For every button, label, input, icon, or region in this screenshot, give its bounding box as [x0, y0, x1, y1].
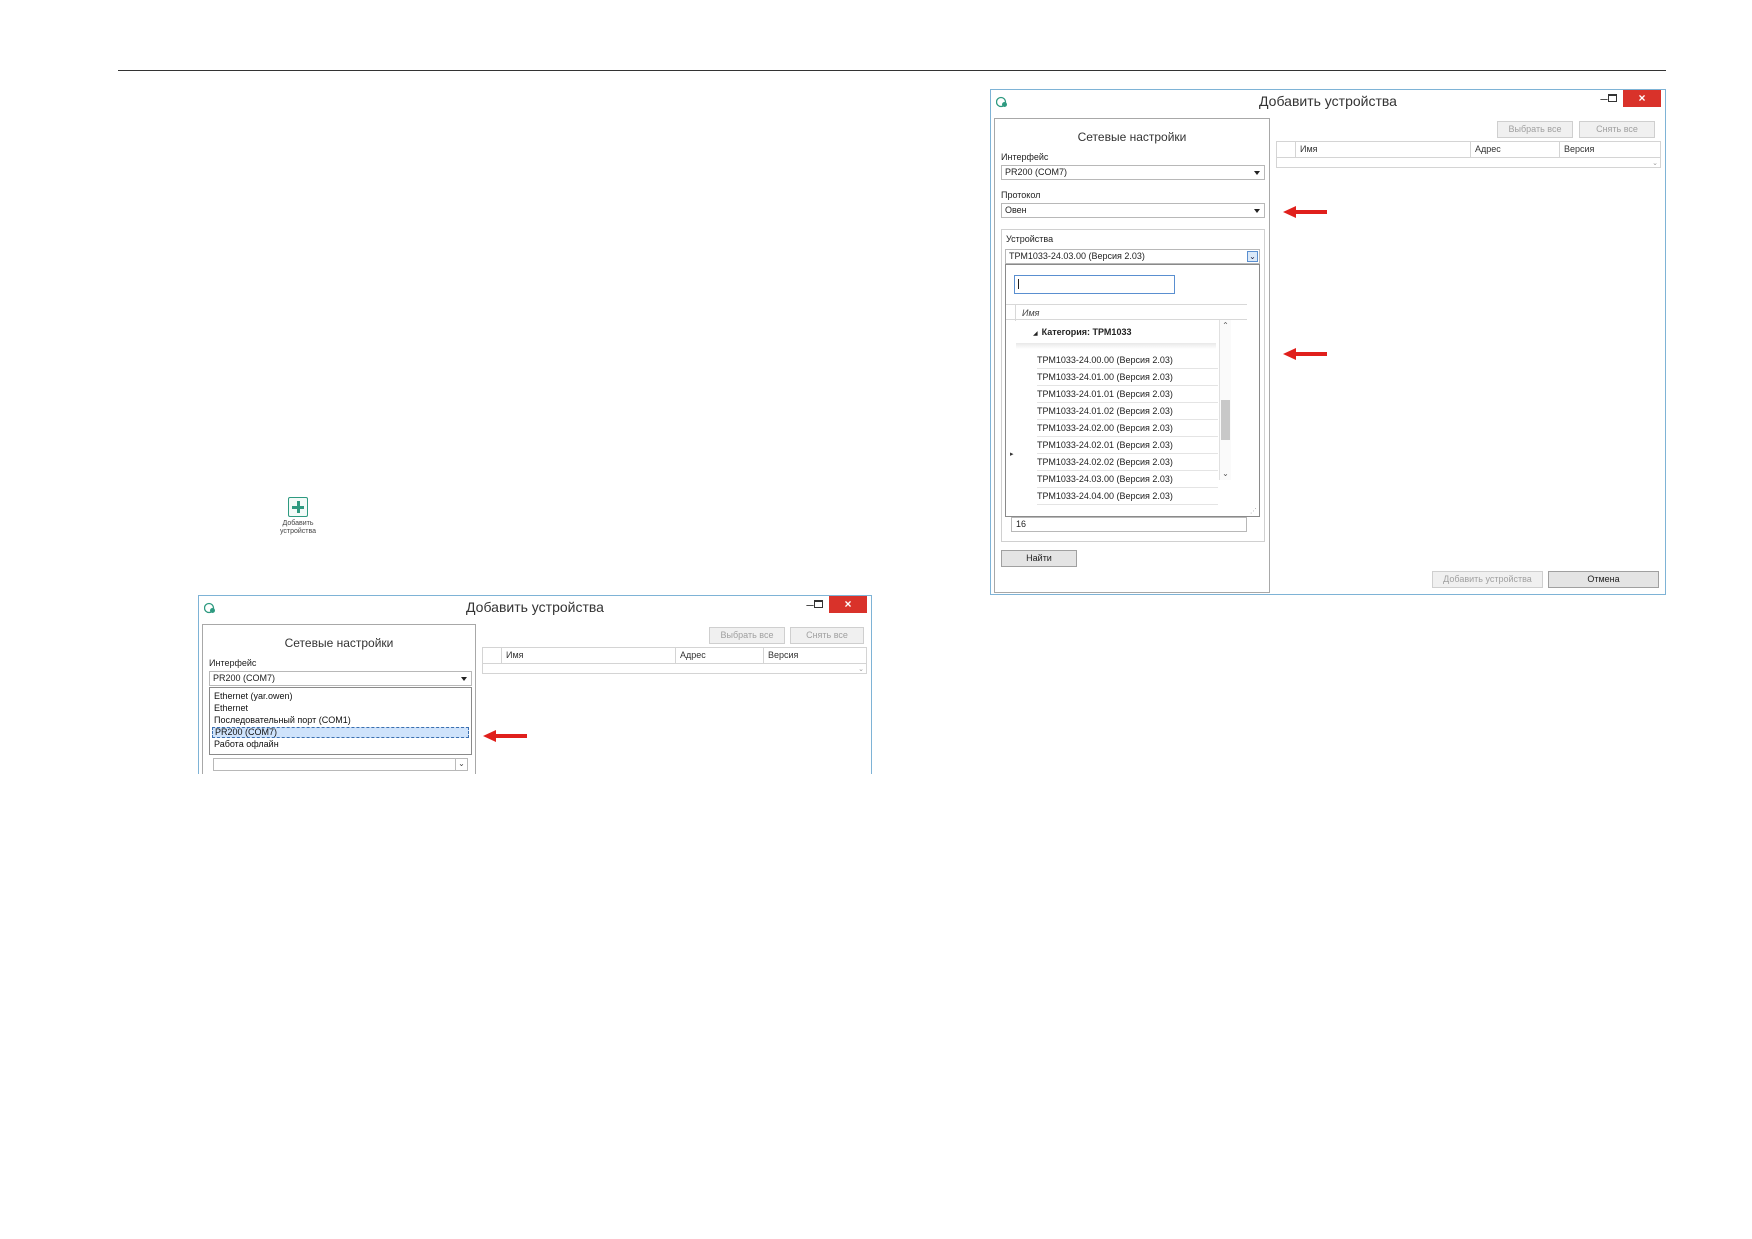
add-devices-button[interactable]: Добавить устройства: [1432, 571, 1543, 588]
devices-label: Устройства: [1006, 234, 1054, 244]
maximize-icon[interactable]: [814, 600, 823, 608]
device-tree-item[interactable]: ТРМ1033-24.01.00 (Версия 2.03): [1037, 369, 1218, 386]
red-arrow-annotation: [1283, 348, 1327, 360]
interface-option[interactable]: Ethernet (yar.owen): [212, 691, 469, 702]
device-tree-item[interactable]: ТРМ1033-24.02.02 (Версия 2.03): [1037, 454, 1218, 471]
device-search-input[interactable]: [1014, 275, 1175, 294]
scroll-up-icon[interactable]: ⌃: [1220, 321, 1231, 330]
interface-select-value: PR200 (COM7): [213, 673, 276, 683]
tree-header-divider: [1015, 305, 1016, 321]
device-tree-popup: Имя ◢ Категория: ТРМ1033 ТРМ1033-24.00.00…: [1005, 264, 1260, 517]
interface-option[interactable]: Последовательный порт (COM1): [212, 715, 469, 726]
close-icon[interactable]: ×: [1623, 90, 1661, 107]
titlebar: Добавить устройства – ×: [199, 596, 871, 620]
device-tree-item[interactable]: ТРМ1033-24.04.00 (Версия 2.03): [1037, 488, 1218, 505]
network-settings-panel: Сетевые настройки Интерфейс PR200 (COM7)…: [994, 118, 1270, 593]
network-settings-panel: Сетевые настройки Интерфейс PR200 (COM7)…: [202, 624, 476, 774]
device-tree-item[interactable]: ТРМ1033-24.02.00 (Версия 2.03): [1037, 420, 1218, 437]
network-settings-title: Сетевые настройки: [284, 636, 394, 650]
find-button[interactable]: Найти: [1001, 550, 1077, 567]
row-pointer-icon: ▸: [1010, 451, 1014, 458]
chevron-down-icon: ⌄: [455, 758, 467, 770]
column-name[interactable]: Имя: [501, 648, 675, 663]
resize-grip-icon[interactable]: ⋰: [1250, 507, 1257, 515]
maximize-icon[interactable]: [1608, 94, 1617, 102]
deselect-all-button[interactable]: Снять все: [1579, 121, 1655, 138]
interface-select[interactable]: PR200 (COM7): [1001, 165, 1265, 180]
scroll-icon[interactable]: ⌄: [858, 665, 864, 673]
interface-select[interactable]: PR200 (COM7): [209, 671, 472, 686]
interface-label: Интерфейс: [1001, 152, 1049, 162]
cancel-button[interactable]: Отмена: [1548, 571, 1659, 588]
interface-option[interactable]: Ethernet: [212, 703, 469, 714]
deselect-all-button[interactable]: Снять все: [790, 627, 864, 644]
protocol-select[interactable]: Овен: [1001, 203, 1265, 218]
chevron-down-icon: [461, 677, 467, 681]
red-arrow-annotation: [1283, 206, 1327, 218]
tree-category-label: Категория: ТРМ1033: [1041, 327, 1132, 337]
protocol-select-value: Овен: [1005, 205, 1027, 215]
dialog-title: Добавить устройства: [1259, 93, 1397, 109]
device-select[interactable]: ТРМ1033-24.03.00 (Версия 2.03) ⌄: [1005, 249, 1260, 264]
device-tree-item[interactable]: ТРМ1033-24.01.02 (Версия 2.03): [1037, 403, 1218, 420]
select-all-button[interactable]: Выбрать все: [1497, 121, 1573, 138]
column-name[interactable]: Имя: [1295, 142, 1470, 157]
interface-option[interactable]: Работа офлайн: [212, 739, 469, 750]
dialog-title: Добавить устройства: [466, 599, 604, 615]
select-all-button[interactable]: Выбрать все: [709, 627, 785, 644]
device-tree-item[interactable]: ТРМ1033-24.01.01 (Версия 2.03): [1037, 386, 1218, 403]
devices-grid-body: ⌄: [482, 664, 867, 674]
tree-header[interactable]: Имя: [1006, 304, 1247, 321]
interface-option-selected[interactable]: PR200 (COM7): [212, 727, 469, 738]
interface-dropdown-list: Ethernet (yar.owen) Ethernet Последовате…: [209, 687, 472, 755]
column-version[interactable]: Версия: [763, 648, 849, 663]
add-devices-dialog-interface: Добавить устройства – × Сетевые настройк…: [198, 595, 872, 774]
hidden-combo-behind[interactable]: ⌄: [213, 758, 468, 771]
header-rule: [118, 70, 1666, 71]
device-tree-item[interactable]: ТРМ1033-24.02.01 (Версия 2.03): [1037, 437, 1218, 454]
text-caret: [1018, 279, 1019, 289]
device-tree-item[interactable]: ТРМ1033-24.03.00 (Версия 2.03): [1037, 471, 1218, 488]
tree-separator: [1016, 343, 1216, 349]
column-version[interactable]: Версия: [1559, 142, 1646, 157]
network-settings-title: Сетевые настройки: [1077, 130, 1187, 144]
chevron-down-icon[interactable]: ⌄: [1247, 251, 1258, 262]
chevron-down-icon: [1254, 209, 1260, 213]
scroll-thumb[interactable]: [1221, 400, 1230, 440]
titlebar: Добавить устройства – ×: [991, 90, 1665, 114]
add-devices-dialog-devices: Добавить устройства – × Сетевые настройк…: [990, 89, 1666, 595]
devices-grid-header: Имя Адрес Версия: [1276, 141, 1661, 158]
tree-category[interactable]: ◢ Категория: ТРМ1033: [1033, 327, 1131, 337]
tree-scrollbar[interactable]: ⌃ ⌄: [1219, 320, 1231, 480]
interface-select-value: PR200 (COM7): [1005, 167, 1068, 177]
devices-group: Устройства ТРМ1033-24.03.00 (Версия 2.03…: [1001, 229, 1265, 542]
scroll-down-icon[interactable]: ⌄: [1220, 469, 1231, 478]
add-devices-caption: Добавить устройства: [279, 520, 317, 535]
address-field[interactable]: 16: [1011, 517, 1247, 532]
expander-icon[interactable]: ◢: [1033, 331, 1038, 337]
interface-label: Интерфейс: [209, 658, 257, 668]
device-select-value: ТРМ1033-24.03.00 (Версия 2.03): [1009, 251, 1145, 261]
close-icon[interactable]: ×: [829, 596, 867, 613]
devices-grid-header: Имя Адрес Версия: [482, 647, 867, 664]
add-devices-icon[interactable]: [288, 497, 308, 517]
chevron-down-icon: [1254, 171, 1260, 175]
scroll-icon[interactable]: ⌄: [1652, 159, 1658, 167]
device-tree-item[interactable]: ТРМ1033-24.00.00 (Версия 2.03): [1037, 352, 1218, 369]
red-arrow-annotation: [483, 730, 527, 742]
column-address[interactable]: Адрес: [1470, 142, 1559, 157]
devices-grid-body: ⌄: [1276, 158, 1661, 168]
protocol-label: Протокол: [1001, 190, 1041, 200]
add-devices-icon-block[interactable]: Добавить устройства: [276, 497, 320, 536]
tree-header-name: Имя: [1022, 308, 1040, 318]
column-address[interactable]: Адрес: [675, 648, 763, 663]
